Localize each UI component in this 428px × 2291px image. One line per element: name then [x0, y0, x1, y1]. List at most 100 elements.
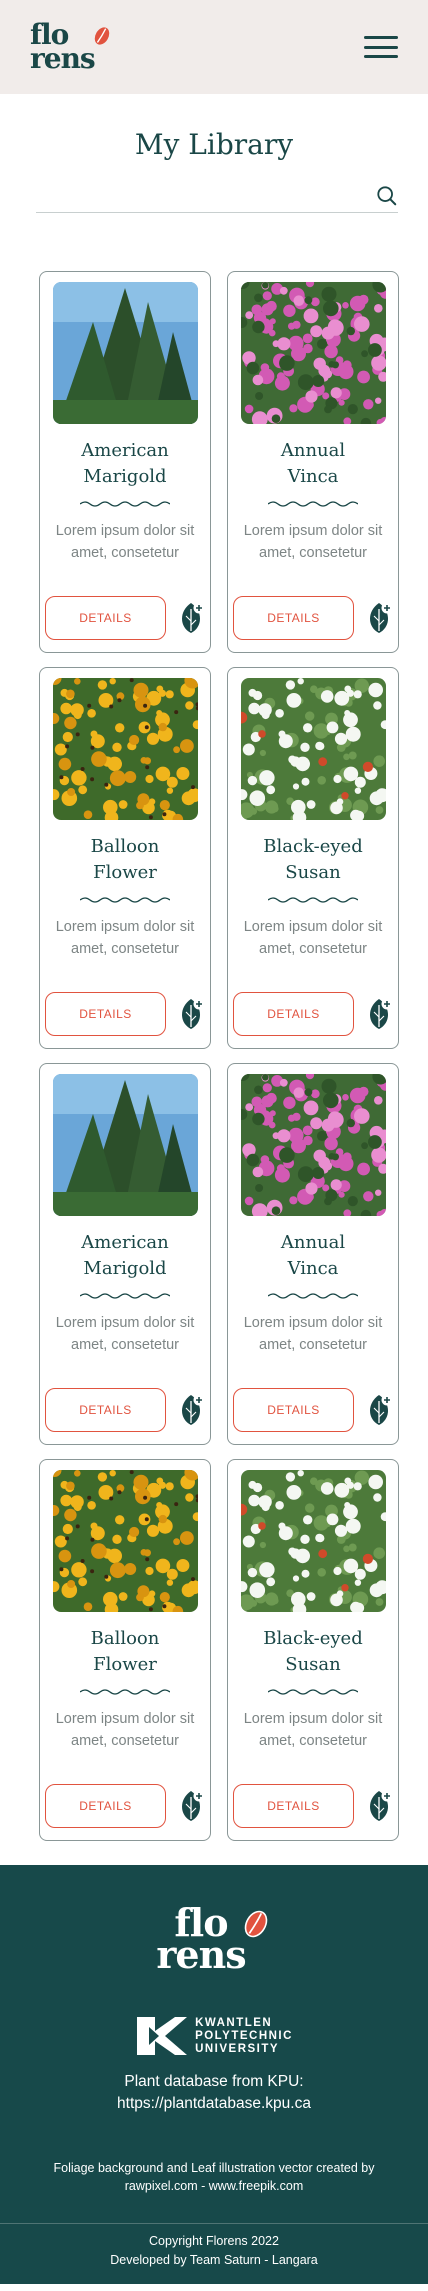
plant-name-line-2: Vinca	[287, 1258, 339, 1279]
page-title: My Library	[134, 128, 294, 161]
details-button[interactable]: DETAILS	[233, 1784, 354, 1828]
card-actions: DETAILS	[45, 596, 205, 640]
add-leaf-icon[interactable]	[177, 1789, 205, 1823]
plant-card: American Marigold Lorem ipsum dolor sit …	[39, 1063, 211, 1445]
plant-name-line-2: Susan	[285, 862, 341, 883]
wave-divider-icon	[80, 897, 170, 903]
add-leaf-icon[interactable]	[365, 1393, 393, 1427]
plant-image	[52, 1074, 198, 1216]
card-actions: DETAILS	[233, 596, 393, 640]
plant-name-line-2: Marigold	[83, 466, 167, 487]
plant-image	[240, 678, 386, 820]
add-leaf-icon[interactable]	[365, 601, 393, 635]
plant-image	[52, 678, 198, 820]
plant-name-line-2: Vinca	[287, 466, 339, 487]
site-footer: flo rens KWANTLEN POLYTECHNIC UNIVERSITY…	[0, 1865, 428, 2284]
kpu-line-3: UNIVERSITY	[195, 2042, 280, 2055]
card-actions: DETAILS	[45, 1784, 205, 1828]
plant-description: Lorem ipsum dolor sit amet, consetetur	[55, 1315, 195, 1353]
footer-florens-logo[interactable]: flo rens	[156, 1904, 271, 1977]
plant-name: Black-eyed Susan	[243, 834, 383, 886]
search-icon[interactable]	[376, 185, 398, 207]
plant-name: Annual Vinca	[243, 438, 383, 490]
footer-logo-line-2: rens	[156, 1932, 246, 1977]
plant-name: Black-eyed Susan	[243, 1626, 383, 1678]
hamburger-menu-icon[interactable]	[364, 36, 398, 58]
search-bar	[36, 179, 398, 213]
plant-name-line-1: Black-eyed	[263, 1628, 363, 1649]
plant-card: American Marigold Lorem ipsum dolor sit …	[39, 271, 211, 653]
card-actions: DETAILS	[233, 1784, 393, 1828]
card-actions: DETAILS	[233, 992, 393, 1036]
wave-divider-icon	[268, 1689, 358, 1695]
menu-bar	[364, 36, 398, 39]
add-leaf-icon[interactable]	[177, 1393, 205, 1427]
wave-divider-icon	[80, 1293, 170, 1299]
plant-description: Lorem ipsum dolor sit amet, consetetur	[243, 523, 383, 561]
kpu-line-1: KWANTLEN	[195, 2016, 273, 2029]
details-button[interactable]: DETAILS	[45, 1784, 166, 1828]
plant-card: Balloon Flower Lorem ipsum dolor sit ame…	[39, 1459, 211, 1841]
plant-description: Lorem ipsum dolor sit amet, consetetur	[243, 1315, 383, 1353]
details-button[interactable]: DETAILS	[45, 1388, 166, 1432]
wave-divider-icon	[80, 501, 170, 507]
leaf-logo-icon	[244, 1910, 267, 1938]
plant-name-line-2: Flower	[93, 862, 157, 883]
plant-description: Lorem ipsum dolor sit amet, consetetur	[243, 1711, 383, 1749]
kpu-line-2: POLYTECHNIC	[195, 2029, 293, 2042]
kpu-k-logo-icon	[137, 2017, 188, 2055]
plant-name-line-2: Marigold	[83, 1258, 167, 1279]
plant-image	[52, 282, 198, 424]
plant-database-credit: Plant database from KPU: https://plantda…	[0, 2071, 428, 2115]
plantdb-label: Plant database from KPU:	[124, 2073, 304, 2090]
add-leaf-icon[interactable]	[365, 1789, 393, 1823]
kpu-wordmark: KWANTLEN POLYTECHNIC UNIVERSITY	[195, 2017, 293, 2056]
plant-name-line-1: Annual	[280, 440, 346, 461]
plant-card-grid: American Marigold Lorem ipsum dolor sit …	[39, 271, 428, 1841]
add-leaf-icon[interactable]	[177, 601, 205, 635]
plant-card: Annual Vinca Lorem ipsum dolor sit amet,…	[227, 271, 399, 653]
plant-card: Black-eyed Susan Lorem ipsum dolor sit a…	[227, 1459, 399, 1841]
plant-name-line-2: Flower	[93, 1654, 157, 1675]
footer-logo-wordmark: flo rens	[156, 1904, 246, 1977]
wave-divider-icon	[268, 1293, 358, 1299]
plant-description: Lorem ipsum dolor sit amet, consetetur	[55, 1711, 195, 1749]
plantdb-link[interactable]: https://plantdatabase.kpu.ca	[0, 2093, 428, 2115]
kpu-logo[interactable]: KWANTLEN POLYTECHNIC UNIVERSITY	[0, 2015, 428, 2057]
plant-name: American Marigold	[55, 1230, 195, 1282]
add-leaf-icon[interactable]	[177, 997, 205, 1031]
search-input[interactable]	[36, 180, 376, 211]
plant-name: Balloon Flower	[55, 834, 195, 886]
details-button[interactable]: DETAILS	[233, 992, 354, 1036]
menu-bar	[364, 55, 398, 58]
wave-divider-icon	[268, 897, 358, 903]
plant-image	[240, 1074, 386, 1216]
plant-name: Balloon Flower	[55, 1626, 195, 1678]
leaf-logo-icon	[94, 27, 109, 45]
wave-divider-icon	[268, 501, 358, 507]
site-header: flo rens	[0, 0, 428, 94]
copyright: Copyright Florens 2022 Developed by Team…	[0, 2224, 428, 2284]
card-actions: DETAILS	[45, 1388, 205, 1432]
details-button[interactable]: DETAILS	[45, 596, 166, 640]
plant-card: Annual Vinca Lorem ipsum dolor sit amet,…	[227, 1063, 399, 1445]
plant-description: Lorem ipsum dolor sit amet, consetetur	[55, 523, 195, 561]
plant-image	[240, 1470, 386, 1612]
florens-logo[interactable]: flo rens	[30, 21, 113, 75]
details-button[interactable]: DETAILS	[233, 596, 354, 640]
plant-description: Lorem ipsum dolor sit amet, consetetur	[55, 919, 195, 957]
details-button[interactable]: DETAILS	[233, 1388, 354, 1432]
plant-name: Annual Vinca	[243, 1230, 383, 1282]
plant-name-line-1: Balloon	[90, 836, 160, 857]
plant-name: American Marigold	[55, 438, 195, 490]
add-leaf-icon[interactable]	[365, 997, 393, 1031]
details-button[interactable]: DETAILS	[45, 992, 166, 1036]
illustration-credit: Foliage background and Leaf illustration…	[53, 2161, 375, 2193]
plant-image	[52, 1470, 198, 1612]
plant-name-line-1: Annual	[280, 1232, 346, 1253]
card-actions: DETAILS	[45, 992, 205, 1036]
logo-line-2: rens	[30, 42, 96, 75]
plant-card: Balloon Flower Lorem ipsum dolor sit ame…	[39, 667, 211, 1049]
logo-wordmark: flo rens	[30, 21, 96, 75]
plant-image	[240, 282, 386, 424]
